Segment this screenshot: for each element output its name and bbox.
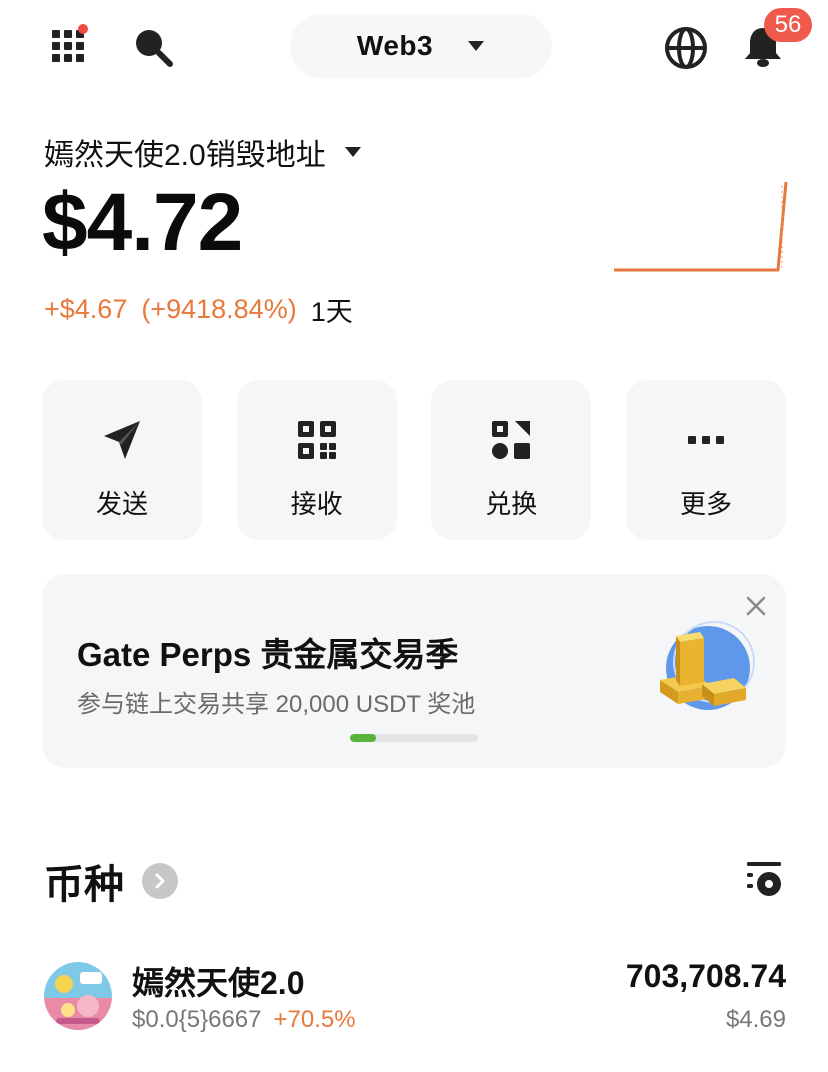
token-avatar (44, 962, 112, 1030)
change-percent: (+9418.84%) (141, 294, 297, 324)
top-bar: Web3 56 (0, 0, 828, 100)
wallet-name: 嫣然天使2.0销毁地址 (44, 139, 326, 172)
token-row[interactable]: 嫣然天使2.0 $0.0{5}6667 +70.5% 703,708.74 $4… (42, 954, 786, 1038)
send-button[interactable]: 发送 (42, 380, 202, 540)
notification-badge: 56 (764, 8, 812, 42)
token-price-line: $0.0{5}6667 +70.5% (132, 1006, 356, 1034)
chevron-right-icon[interactable] (142, 863, 178, 899)
network-switcher[interactable]: Web3 (290, 14, 552, 78)
balance-change: +$4.67 (+9418.84%) 1天 (44, 290, 353, 329)
send-label: 发送 (95, 489, 148, 519)
banner-subtitle: 参与链上交易共享 20,000 USDT 奖池 (77, 691, 476, 718)
action-row: 发送 接收 兑换 更多 (42, 380, 786, 540)
change-period: 1天 (310, 297, 353, 327)
caret-down-icon (344, 147, 361, 157)
apps-grid-icon[interactable] (46, 24, 90, 68)
total-balance: $4.72 (42, 177, 243, 268)
more-label: 更多 (679, 489, 732, 519)
gold-bars-icon (660, 621, 755, 710)
receive-button[interactable]: 接收 (236, 380, 397, 540)
promo-banner[interactable]: Gate Perps 贵金属交易季 参与链上交易共享 20,000 USDT 奖… (42, 574, 786, 768)
token-name: 嫣然天使2.0 (132, 965, 305, 1001)
send-icon (98, 416, 146, 464)
swap-icon (487, 416, 535, 464)
qr-receive-icon (293, 416, 341, 464)
tokens-header: 币种 (44, 852, 178, 910)
token-amount: 703,708.74 (625, 958, 786, 994)
token-value: $4.69 (725, 1006, 786, 1033)
receive-label: 接收 (290, 489, 343, 519)
network-label: Web3 (356, 30, 434, 61)
change-amount: +$4.67 (44, 294, 128, 324)
wallet-selector[interactable]: 嫣然天使2.0销毁地址 (44, 130, 362, 174)
caret-down-icon (468, 41, 485, 51)
banner-title: Gate Perps 贵金属交易季 (77, 636, 459, 673)
close-icon[interactable] (742, 592, 770, 620)
more-button[interactable]: 更多 (625, 380, 786, 540)
carousel-progress (350, 734, 478, 742)
swap-label: 兑换 (485, 489, 538, 519)
token-price: $0.0{5}6667 (132, 1006, 262, 1033)
globe-icon[interactable] (662, 24, 710, 72)
token-change: +70.5% (273, 1006, 356, 1033)
notification-dot (78, 24, 88, 34)
tokens-title: 币种 (44, 863, 124, 907)
balance-sparkline[interactable] (610, 176, 792, 276)
swap-button[interactable]: 兑换 (431, 380, 592, 540)
search-icon[interactable] (128, 24, 178, 70)
more-icon (682, 416, 730, 464)
token-manage-icon[interactable] (744, 858, 784, 898)
carousel-progress-fill (350, 734, 376, 742)
